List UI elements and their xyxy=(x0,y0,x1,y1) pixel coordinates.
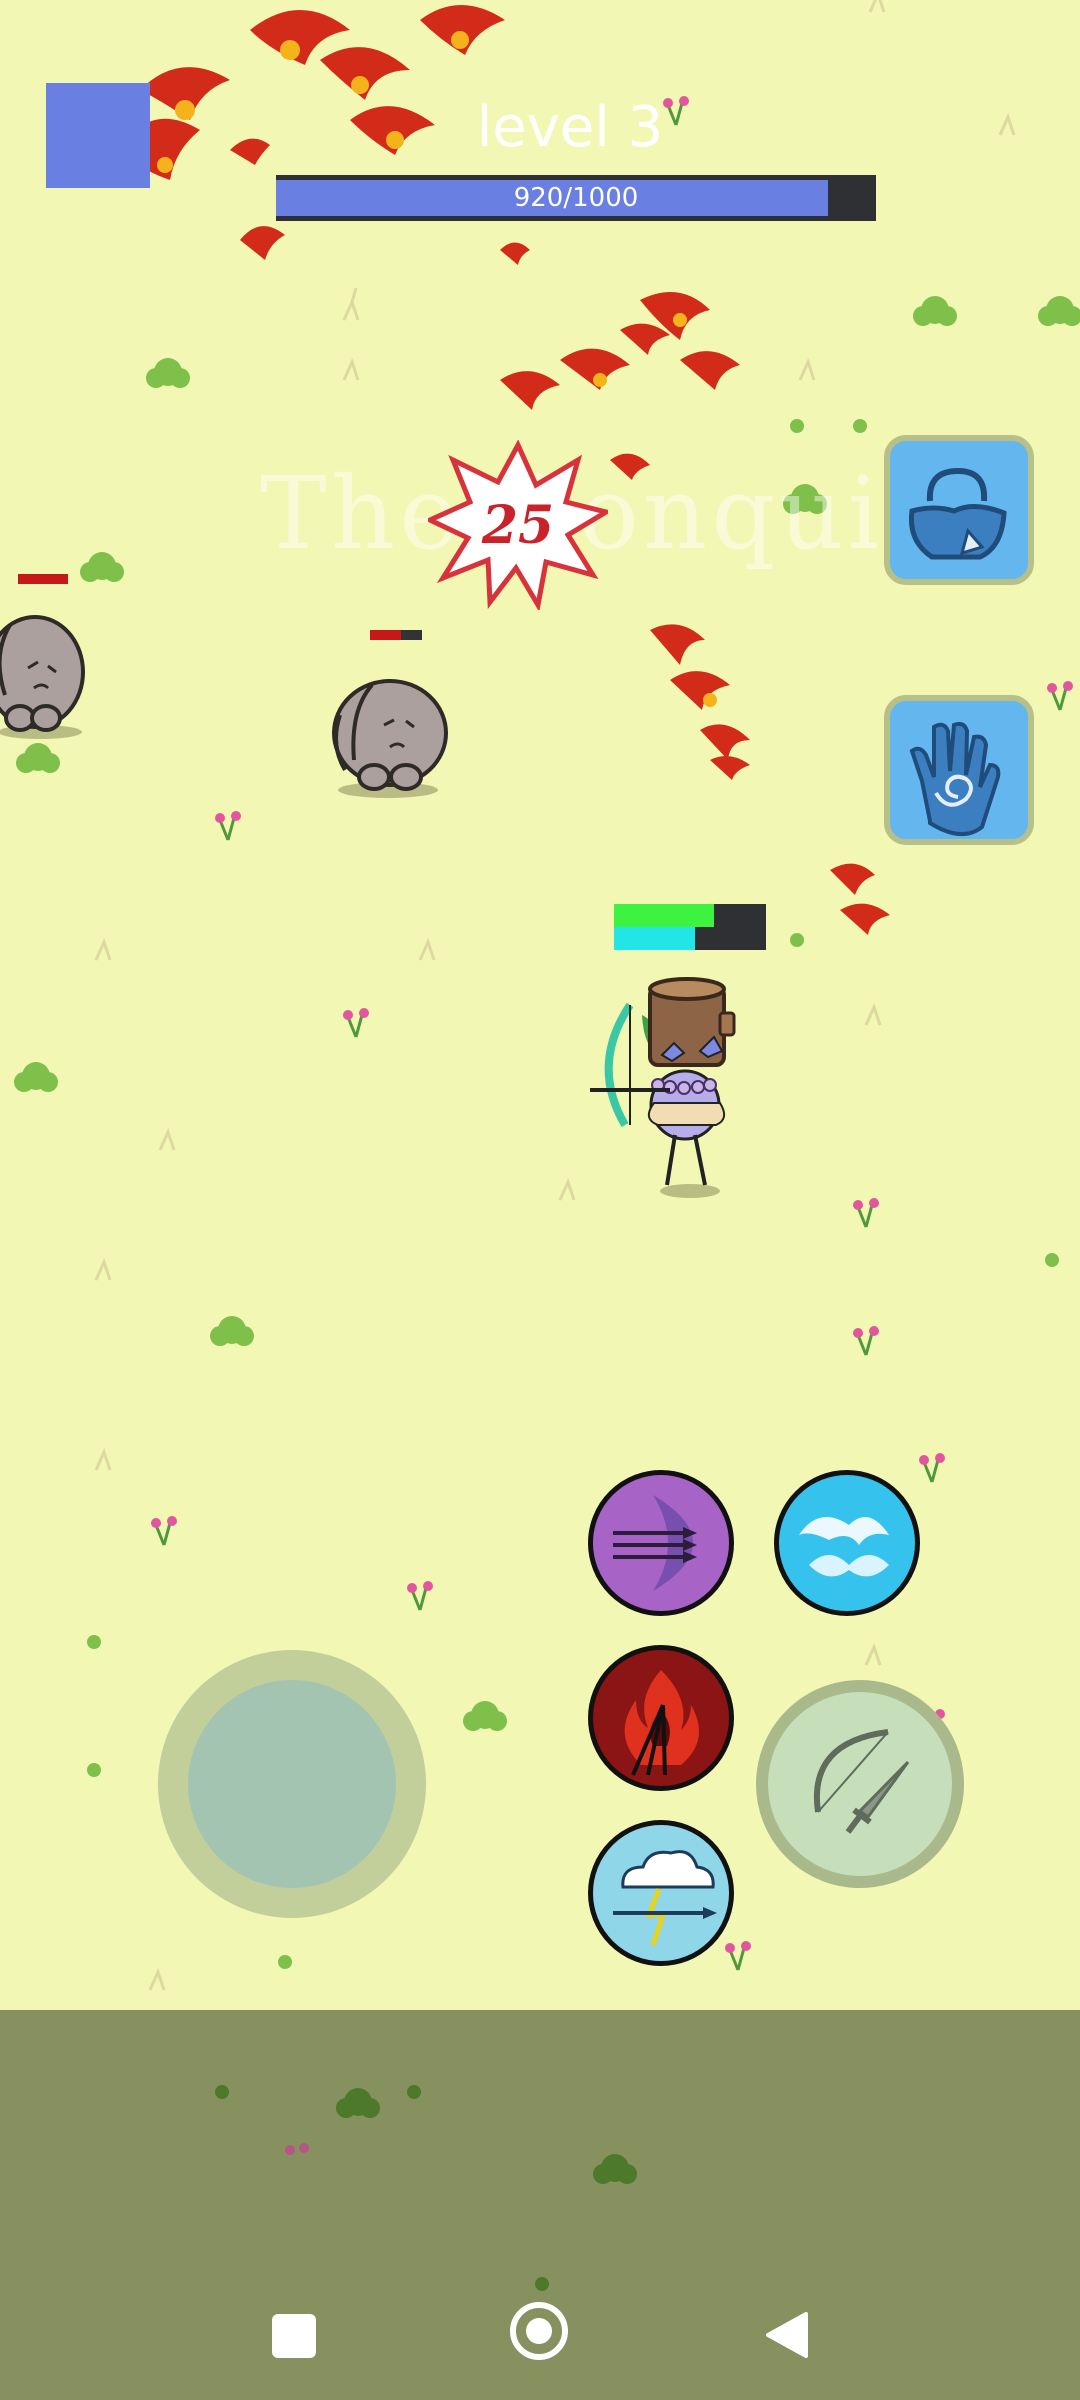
inventory-button[interactable] xyxy=(884,435,1034,585)
player-health-fill xyxy=(614,904,715,927)
enemy-health-fill xyxy=(370,630,402,640)
player-status-bars xyxy=(614,904,766,950)
water-wave-icon xyxy=(799,1517,889,1577)
back-button[interactable] xyxy=(762,2310,810,2360)
fire-arrow-skill[interactable] xyxy=(588,1645,734,1791)
enemy-health-bar xyxy=(18,574,68,584)
level-label: level 3 xyxy=(476,95,664,160)
magic-button[interactable] xyxy=(884,695,1034,845)
storm-arrow-icon xyxy=(613,1850,717,1946)
water-wave-skill[interactable] xyxy=(774,1470,920,1616)
menu-button[interactable] xyxy=(46,83,150,188)
storm-arrow-skill[interactable] xyxy=(588,1820,734,1966)
player-archer xyxy=(590,977,736,1198)
home-button[interactable] xyxy=(510,2302,568,2360)
xp-text: 920/1000 xyxy=(513,183,639,213)
multi-arrow-icon xyxy=(613,1495,697,1591)
hand-spiral-icon xyxy=(909,721,1001,836)
rabbit-enemy[interactable] xyxy=(0,600,100,740)
joystick-thumb[interactable] xyxy=(188,1680,396,1888)
bag-icon xyxy=(908,467,1007,560)
fire-arrow-icon xyxy=(624,1670,699,1776)
circle-icon xyxy=(526,2318,552,2344)
multi-arrow-skill[interactable] xyxy=(588,1470,734,1616)
system-navigation-bar xyxy=(0,2280,1080,2400)
xp-bar: 920/1000 xyxy=(276,175,876,221)
attack-button[interactable] xyxy=(756,1680,964,1888)
damage-number: 25 xyxy=(481,495,555,556)
enemy-health-bar-bg xyxy=(370,630,422,640)
recent-apps-button[interactable] xyxy=(272,2314,316,2358)
bow-sword-icon xyxy=(813,1729,910,1834)
player-mana-fill xyxy=(614,927,695,950)
rabbit-enemy[interactable] xyxy=(322,665,452,800)
